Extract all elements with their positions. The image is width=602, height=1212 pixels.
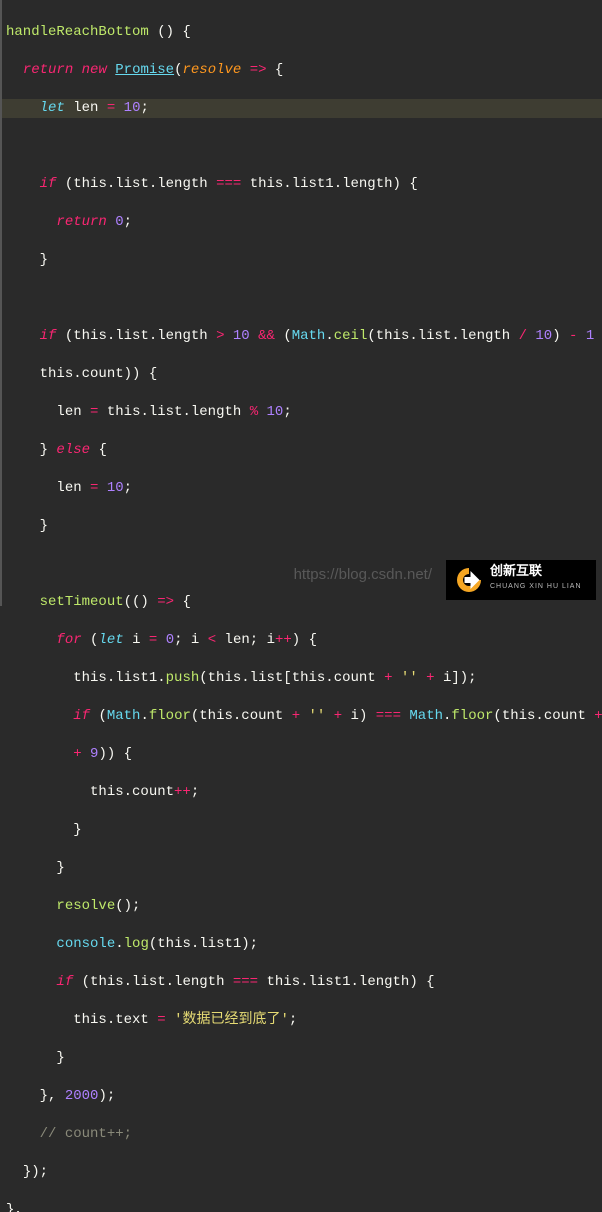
code-editor: handleReachBottom () { return new Promis… [0, 0, 602, 1212]
comment: // count++; [40, 1126, 132, 1142]
watermark: https://blog.csdn.net/ [294, 565, 432, 584]
kw-new: new [82, 62, 107, 78]
brand-en: CHUANG XIN HU LIAN [490, 577, 582, 596]
brand-cn: 创新互联 [490, 564, 582, 577]
logo-icon [454, 565, 484, 595]
kw-let: let [40, 100, 65, 116]
gutter [0, 0, 2, 606]
kw-if: if [40, 176, 57, 192]
kw-for: for [56, 632, 81, 648]
kw-else: else [56, 442, 90, 458]
kw-return: return [23, 62, 73, 78]
param: resolve [182, 62, 241, 78]
settimeout: setTimeout [40, 594, 124, 610]
brand-logo: 创新互联 CHUANG XIN HU LIAN [446, 560, 596, 600]
promise-class: Promise [115, 62, 174, 78]
code-text: handleReachBottom () { [6, 24, 191, 40]
